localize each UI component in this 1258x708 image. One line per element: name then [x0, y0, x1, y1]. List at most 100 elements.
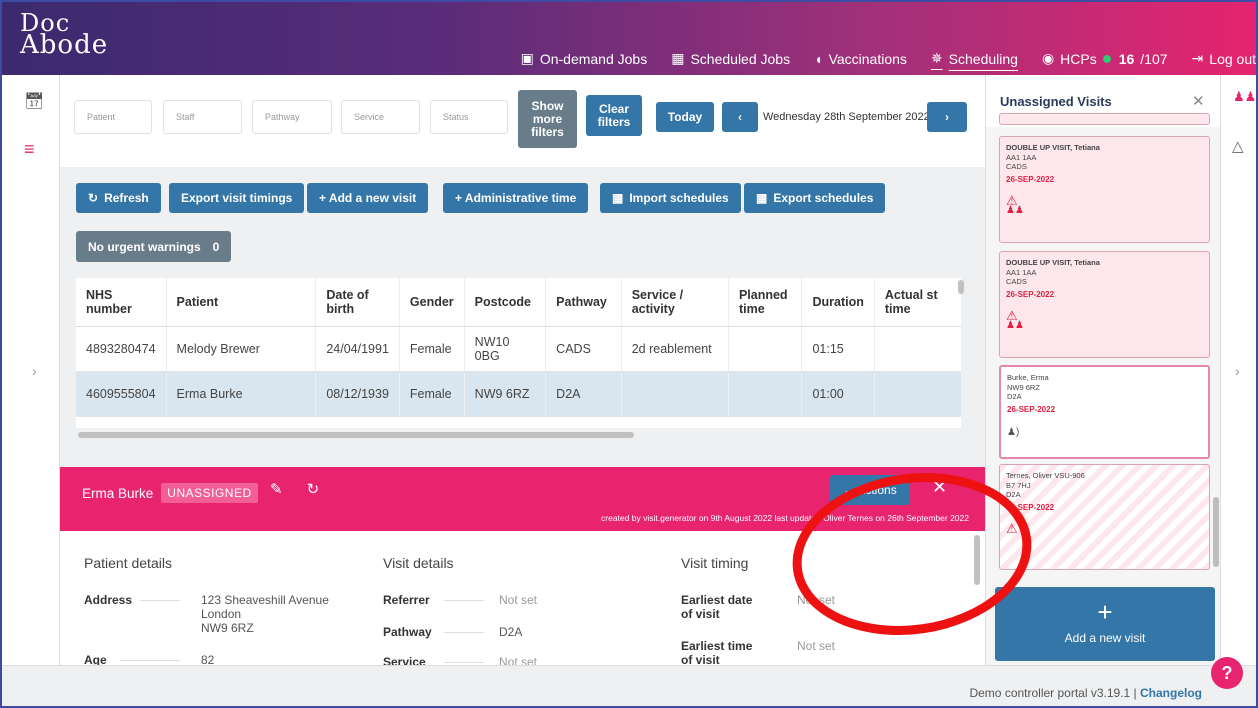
administrative-time-button[interactable]: + Administrative time: [443, 183, 589, 213]
next-day-button[interactable]: ›: [927, 102, 967, 132]
card-postcode: NW9 6RZ: [1007, 382, 1040, 392]
refresh-icon[interactable]: ↻: [307, 480, 320, 498]
col-nhs-number[interactable]: NHS number: [76, 278, 167, 327]
staff-panel-icon[interactable]: ♟♟: [1233, 89, 1256, 105]
unassigned-visits-scrollbar[interactable]: [1213, 497, 1219, 567]
col-service-activity[interactable]: Service / activity: [621, 278, 729, 327]
export-schedules-button[interactable]: ▦ Export schedules: [744, 183, 886, 213]
doc-abode-logo[interactable]: Doc Abode: [20, 11, 109, 60]
patient-filter[interactable]: Patient: [74, 100, 152, 134]
edit-pencil-icon[interactable]: ✎: [270, 480, 283, 498]
card-postcode: AA1 1AA: [1006, 267, 1037, 277]
col-patient[interactable]: Patient: [166, 278, 317, 327]
earliest-date-value: Not set: [797, 593, 836, 607]
col-actual-start-time[interactable]: Actual st time: [874, 278, 961, 327]
divider: [120, 660, 180, 661]
show-more-filters-button[interactable]: Show more filters: [518, 90, 577, 148]
calendar-icon: ▦: [671, 50, 685, 66]
table-row-selected[interactable]: 4609555804 Erma Burke 08/12/1939 Female …: [76, 371, 961, 417]
card-title: Ternes, Oliver VSU-906: [1006, 471, 1085, 480]
logo-bottom-text: Abode: [20, 30, 109, 60]
urgent-warnings-button[interactable]: No urgent warnings 0: [76, 231, 232, 262]
col-gender[interactable]: Gender: [399, 278, 465, 327]
visit-patient-name: Erma Burke UNASSIGNED: [82, 483, 258, 503]
table-horizontal-scrollbar[interactable]: [78, 432, 634, 438]
col-planned-time[interactable]: Planned time: [728, 278, 803, 327]
close-panel-icon[interactable]: ✕: [932, 477, 947, 498]
nav-log-out[interactable]: ⇥ Log out: [1192, 50, 1256, 67]
double-up-staff-icon: ♟♟: [1006, 319, 1024, 331]
warning-panel-icon[interactable]: △: [1232, 137, 1244, 155]
cell-pathway: CADS: [545, 326, 622, 372]
chevron-down-icon: ⌄: [843, 483, 854, 497]
single-staff-icon: ♟): [1007, 427, 1020, 438]
staff-filter[interactable]: Staff: [163, 100, 242, 134]
nav-hcps[interactable]: ◉ HCPs 16/107: [1042, 50, 1168, 67]
nav-scheduled-jobs[interactable]: ▦ Scheduled Jobs: [671, 50, 790, 67]
cell-duration: 01:15: [801, 326, 875, 372]
table-vertical-scrollbar[interactable]: [958, 280, 964, 294]
chevron-right-icon[interactable]: ›: [32, 363, 37, 379]
table-row[interactable]: 4893280474 Melody Brewer 24/04/1991 Fema…: [76, 326, 961, 372]
logout-icon: ⇥: [1191, 50, 1204, 66]
list-view-icon[interactable]: ≡: [24, 139, 35, 160]
previous-day-button[interactable]: ‹: [722, 102, 758, 132]
add-new-visit-card-button[interactable]: + Add a new visit: [995, 587, 1215, 661]
nav-vaccinations[interactable]: ◖ Vaccinations: [814, 51, 907, 67]
calendar-view-icon[interactable]: 📅︎: [24, 91, 44, 111]
status-filter[interactable]: Status: [430, 100, 508, 134]
cell-patient: Erma Burke: [166, 371, 317, 417]
details-scrollbar[interactable]: [974, 535, 980, 585]
col-date-of-birth[interactable]: Date of birth: [315, 278, 400, 327]
visit-card[interactable]: DOUBLE UP VISIT, Tetiana AA1 1AA CADS 26…: [999, 251, 1210, 358]
today-button[interactable]: Today: [656, 102, 714, 132]
visit-card[interactable]: DOUBLE UP VISIT, Tetiana AA1 1AA CADS 26…: [999, 136, 1210, 243]
app-window: Doc Abode ▣ On-demand Jobs ▦ Scheduled Job…: [0, 0, 1258, 708]
close-icon[interactable]: ✕: [1192, 92, 1205, 110]
card-pathway: D2A: [1007, 392, 1022, 401]
refresh-button[interactable]: ↻ Refresh: [76, 183, 161, 213]
divider: [444, 600, 484, 601]
visit-card-hatched[interactable]: Ternes, Oliver VSU-906 B7 7HJ D2A 30-SEP…: [999, 464, 1210, 570]
card-title: DOUBLE UP VISIT, Tetiana: [1006, 258, 1100, 267]
earliest-time-value: Not set: [797, 639, 836, 653]
chevron-right-icon[interactable]: ›: [1235, 363, 1240, 379]
calendar-icon: ▦: [756, 191, 768, 205]
clear-filters-button[interactable]: Clear filters: [586, 95, 642, 136]
cell-nhs-number: 4893280474: [76, 326, 167, 372]
visit-metadata: created by visit.generator on 9th August…: [601, 513, 969, 523]
cell-service: [621, 371, 729, 417]
pathway-filter[interactable]: Pathway: [252, 100, 332, 134]
briefcase-icon: ▣: [520, 50, 534, 66]
visit-timing-title: Visit timing: [681, 555, 749, 571]
cell-nhs-number: 4609555804: [76, 371, 167, 417]
pathway-label: Pathway: [383, 625, 432, 639]
export-visit-timings-button[interactable]: Export visit timings: [169, 183, 305, 213]
plus-icon: +: [1097, 597, 1113, 627]
address-line-1: 123 Sheaveshill Avenue: [201, 593, 329, 607]
footer: Demo controller portal v3.19.1 | Changel…: [2, 665, 1256, 706]
calendar-icon: ▦: [612, 191, 624, 205]
import-schedules-button[interactable]: ▦ Import schedules: [600, 183, 741, 213]
card-pathway: CADS: [1006, 277, 1027, 286]
add-new-visit-button[interactable]: + Add a new visit: [307, 183, 429, 213]
filter-bar: Patient Staff Pathway Service Status Sho…: [60, 75, 985, 167]
nav-on-demand-jobs[interactable]: ▣ On-demand Jobs: [521, 50, 648, 67]
col-pathway[interactable]: Pathway: [545, 278, 622, 327]
cell-postcode: NW9 6RZ: [464, 371, 547, 417]
card-postcode: B7 7HJ: [1006, 480, 1031, 490]
refresh-icon: ↻: [88, 191, 99, 205]
col-duration[interactable]: Duration: [801, 278, 875, 327]
earliest-time-label: Earliest time of visit: [681, 639, 753, 665]
col-postcode[interactable]: Postcode: [464, 278, 547, 327]
address-line-2: London: [201, 607, 242, 621]
service-filter[interactable]: Service: [341, 100, 420, 134]
visit-card-selected[interactable]: Burke, Erma NW9 6RZ D2A 26-SEP-2022 ♟): [999, 365, 1210, 459]
help-button[interactable]: ?: [1211, 657, 1243, 689]
cell-dob: 08/12/1939: [315, 371, 400, 417]
nav-scheduling[interactable]: ✵ Scheduling: [931, 50, 1018, 67]
changelog-link[interactable]: Changelog: [1140, 686, 1202, 700]
actions-dropdown-button[interactable]: ⌄ Actions: [830, 475, 910, 505]
chevron-left-icon: ‹: [738, 109, 742, 124]
visit-card-partial[interactable]: [999, 113, 1210, 125]
